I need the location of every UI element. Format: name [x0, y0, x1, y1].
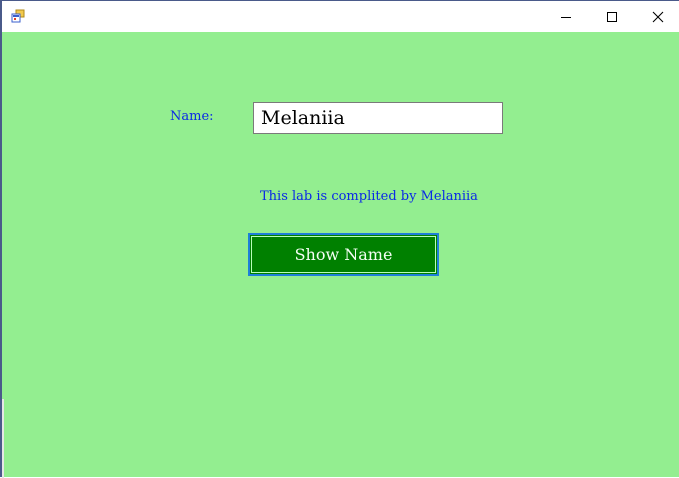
show-name-button-label: Show Name: [251, 236, 436, 273]
maximize-icon: [607, 11, 617, 22]
winforms-app-icon: [11, 9, 25, 23]
window-edge-strip: [2, 399, 4, 478]
app-window: Name: This lab is complited by Melaniia …: [0, 0, 679, 478]
name-input[interactable]: [253, 102, 503, 134]
show-name-button[interactable]: Show Name: [248, 233, 439, 276]
info-label: This lab is complited by Melaniia: [260, 189, 478, 204]
close-icon: [652, 11, 664, 22]
name-label: Name:: [170, 109, 214, 124]
minimize-button[interactable]: [543, 1, 589, 32]
form-client-area: Name: This lab is complited by Melaniia …: [2, 32, 679, 477]
title-bar[interactable]: [2, 1, 679, 32]
minimize-icon: [561, 16, 571, 18]
close-button[interactable]: [635, 1, 679, 32]
maximize-button[interactable]: [589, 1, 635, 32]
